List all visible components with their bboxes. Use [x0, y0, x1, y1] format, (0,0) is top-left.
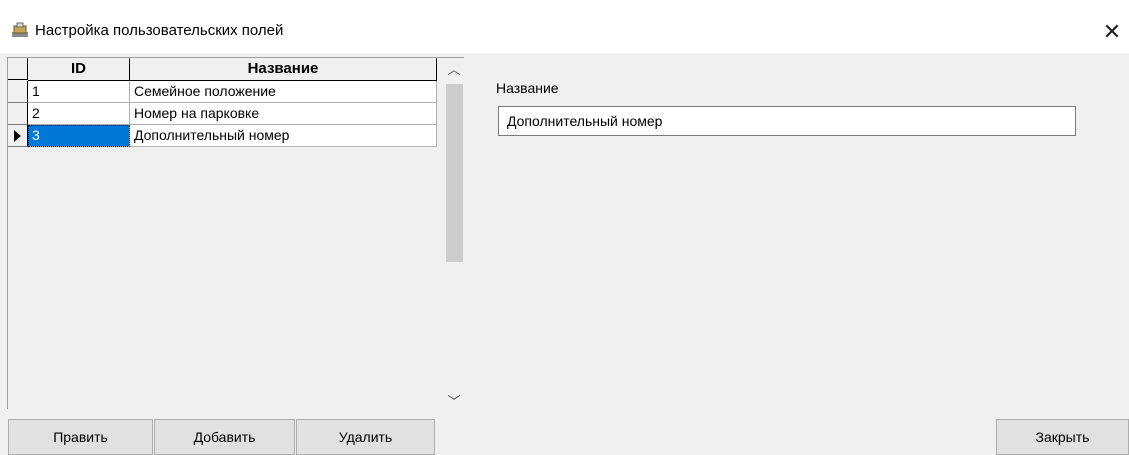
table-row[interactable]: 1 Семейное положение [8, 81, 437, 103]
window-title: Настройка пользовательских полей [35, 22, 284, 39]
cell-id[interactable]: 3 [28, 125, 130, 147]
row-indicator[interactable] [8, 125, 28, 147]
add-button[interactable]: Добавить [154, 419, 295, 455]
delete-button[interactable]: Удалить [296, 419, 435, 455]
header-indicator [8, 58, 28, 80]
fields-grid[interactable]: ID Название 1 Семейное положение 2 Номер… [7, 57, 464, 410]
scroll-up-button[interactable]: ︿ [444, 58, 464, 78]
edit-button[interactable]: Править [8, 419, 153, 455]
cell-id[interactable]: 1 [28, 81, 130, 103]
close-button[interactable]: Закрыть [996, 419, 1129, 455]
button-bar: Править Добавить Удалить Закрыть [0, 409, 1129, 455]
cell-id[interactable]: 2 [28, 103, 130, 125]
cell-name[interactable]: Дополнительный номер [130, 125, 437, 147]
column-header-id[interactable]: ID [28, 58, 130, 81]
close-window-button[interactable]: ✕ [1095, 14, 1129, 50]
dialog-content: ID Название 1 Семейное положение 2 Номер… [0, 53, 1129, 410]
row-indicator[interactable] [8, 81, 28, 103]
column-header-name[interactable]: Название [130, 58, 437, 81]
scrollbar-thumb[interactable] [446, 84, 463, 262]
table-settings-icon [12, 22, 28, 37]
name-field-label: Название [496, 80, 559, 96]
chevron-down-icon: ﹀ [447, 393, 461, 409]
chevron-up-icon: ︿ [447, 61, 461, 77]
row-indicator[interactable] [8, 103, 28, 125]
current-row-arrow-icon [14, 130, 21, 142]
scroll-down-button[interactable]: ﹀ [444, 390, 464, 410]
table-row-selected[interactable]: 3 Дополнительный номер [8, 125, 437, 147]
table-row[interactable]: 2 Номер на парковке [8, 103, 437, 125]
close-icon: ✕ [1102, 19, 1122, 44]
title-bar: Настройка пользовательских полей ✕ [0, 0, 1129, 53]
grid-header: ID Название [8, 58, 437, 81]
cell-name[interactable]: Номер на парковке [130, 103, 437, 125]
name-field[interactable]: Дополнительный номер [498, 106, 1076, 136]
vertical-scrollbar[interactable]: ︿ ﹀ [444, 58, 464, 410]
cell-name[interactable]: Семейное положение [130, 81, 437, 103]
